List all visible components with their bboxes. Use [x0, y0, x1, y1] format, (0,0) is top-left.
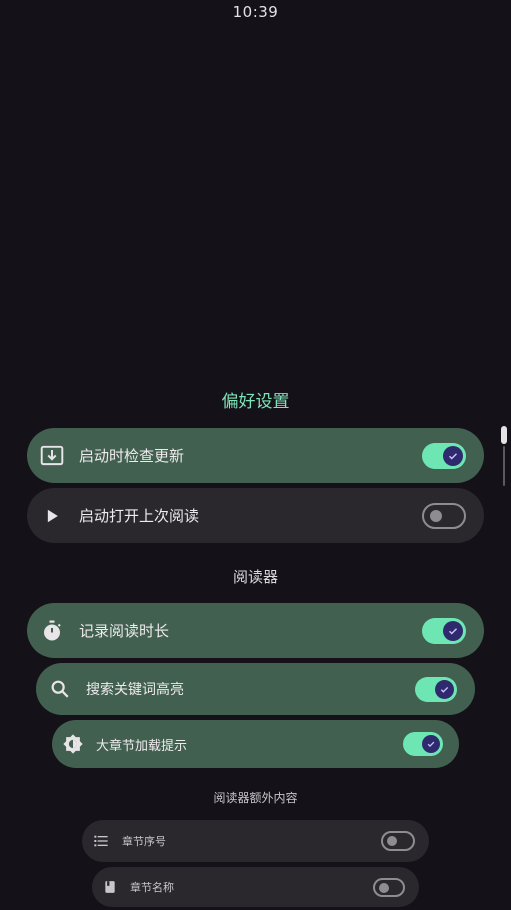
toggle-knob — [387, 836, 397, 846]
setting-label: 章节序号 — [122, 835, 166, 848]
setting-label: 搜索关键词高亮 — [86, 682, 184, 698]
toggle-knob — [443, 445, 463, 466]
scrollbar-thumb[interactable] — [501, 426, 507, 444]
setting-row-search-highlight[interactable]: 搜索关键词高亮 — [36, 663, 475, 715]
toggle-knob — [443, 620, 463, 641]
section-title-reader-extra: 阅读器额外内容 — [213, 791, 298, 805]
setting-row-record-read-time[interactable]: 记录阅读时长 — [27, 603, 484, 658]
check-update-toggle[interactable] — [422, 442, 466, 469]
section-title-reader: 阅读器 — [232, 568, 278, 586]
toggle-knob — [430, 509, 442, 522]
chapter-name-toggle[interactable] — [373, 877, 405, 897]
setting-label: 大章节加载提示 — [96, 738, 188, 754]
list-icon — [92, 832, 110, 850]
setting-row-check-update[interactable]: 启动时检查更新 — [27, 428, 484, 483]
record-read-time-toggle[interactable] — [422, 617, 466, 644]
status-bar-time: 10:39 — [232, 3, 279, 21]
setting-label: 记录阅读时长 — [79, 622, 170, 640]
setting-row-chapter-number[interactable]: 章节序号 — [82, 820, 429, 862]
setting-row-chapter-name[interactable]: 章节名称 — [92, 867, 419, 907]
scrollbar[interactable] — [501, 426, 507, 486]
check-icon — [440, 686, 449, 693]
toggle-knob — [379, 882, 389, 893]
chapter-load-hint-toggle[interactable] — [403, 732, 443, 756]
setting-label: 启动时检查更新 — [79, 447, 185, 465]
play-icon — [39, 503, 65, 529]
check-icon — [448, 452, 458, 460]
download-box-icon — [39, 443, 65, 469]
section-title-preferences: 偏好设置 — [221, 392, 290, 412]
timer-icon — [39, 618, 65, 644]
setting-row-open-last-read[interactable]: 启动打开上次阅读 — [27, 488, 484, 543]
settings-screen: 10:39 偏好设置 启动时检查更新 启动打开上次阅读 阅读器 记录阅读时长 搜… — [0, 0, 511, 910]
brightness-icon — [62, 733, 84, 755]
setting-row-chapter-load-hint[interactable]: 大章节加载提示 — [52, 720, 459, 768]
setting-label: 启动打开上次阅读 — [79, 507, 200, 525]
chapter-number-toggle[interactable] — [381, 831, 415, 851]
setting-label: 章节名称 — [130, 881, 174, 894]
check-icon — [427, 741, 435, 747]
toggle-knob — [422, 735, 440, 753]
check-icon — [448, 627, 458, 635]
search-highlight-toggle[interactable] — [415, 676, 457, 702]
search-icon — [48, 677, 72, 701]
open-last-read-toggle[interactable] — [422, 502, 466, 529]
book-icon — [102, 879, 118, 895]
scrollbar-track — [503, 446, 505, 486]
toggle-knob — [435, 679, 454, 699]
